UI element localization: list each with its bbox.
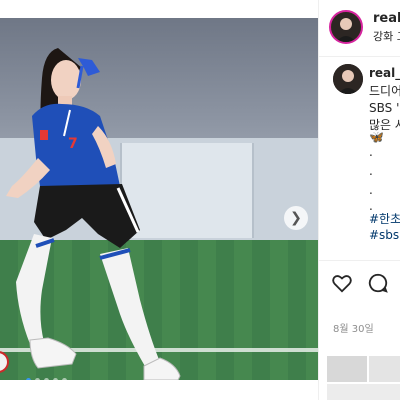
post-media[interactable]: 7 ❯ [0,18,318,380]
heart-icon[interactable] [331,272,353,294]
carousel-dot [62,378,67,380]
caption-dot: . [369,145,373,159]
avatar-image [331,12,361,42]
post-header: real_h 강화 그 [329,8,400,48]
caption-line: 드디어 [369,84,400,98]
blurred-thumbnail [327,356,367,382]
carousel-dot [53,378,58,380]
next-image-button[interactable]: ❯ [284,206,308,230]
caption-line: SBS '골 [369,101,400,115]
avatar-image [333,64,363,94]
caption-dot: . [369,183,373,197]
carousel-indicator [26,378,67,380]
hashtag-link[interactable]: #한초 [369,210,400,227]
caption-dot: . [369,164,373,178]
username-link[interactable]: real_h [373,11,400,26]
carousel-dot [35,378,40,380]
instagram-post: 7 ❯ real 강화 real 드디어 SBS ' 많은 🦋 . . . . … [0,0,400,400]
caption-username[interactable]: real_h [369,66,400,80]
action-bar [331,272,389,294]
caption-avatar[interactable] [333,64,363,94]
comment-icon[interactable] [367,272,389,294]
svg-text:7: 7 [68,136,78,152]
post-date[interactable]: 8월 30일 [333,320,374,335]
player-illustration: 7 [0,48,181,380]
header-divider [319,56,400,57]
post-sidebar: real_h 강화 그 real_h 드디어 SBS '골 많은 사 🦋 . .… [318,0,400,400]
actions-divider [319,260,400,261]
chevron-right-icon: ❯ [290,210,302,226]
butterfly-emoji: 🦋 [369,130,384,144]
blurred-thumbnail [369,356,400,382]
carousel-dot [26,378,31,380]
hashtag-link[interactable]: #sbs # [369,228,400,242]
avatar[interactable] [329,10,363,44]
location-link[interactable]: 강화 그 [373,28,400,44]
carousel-dot [44,378,49,380]
blurred-thumbnail [327,384,400,400]
